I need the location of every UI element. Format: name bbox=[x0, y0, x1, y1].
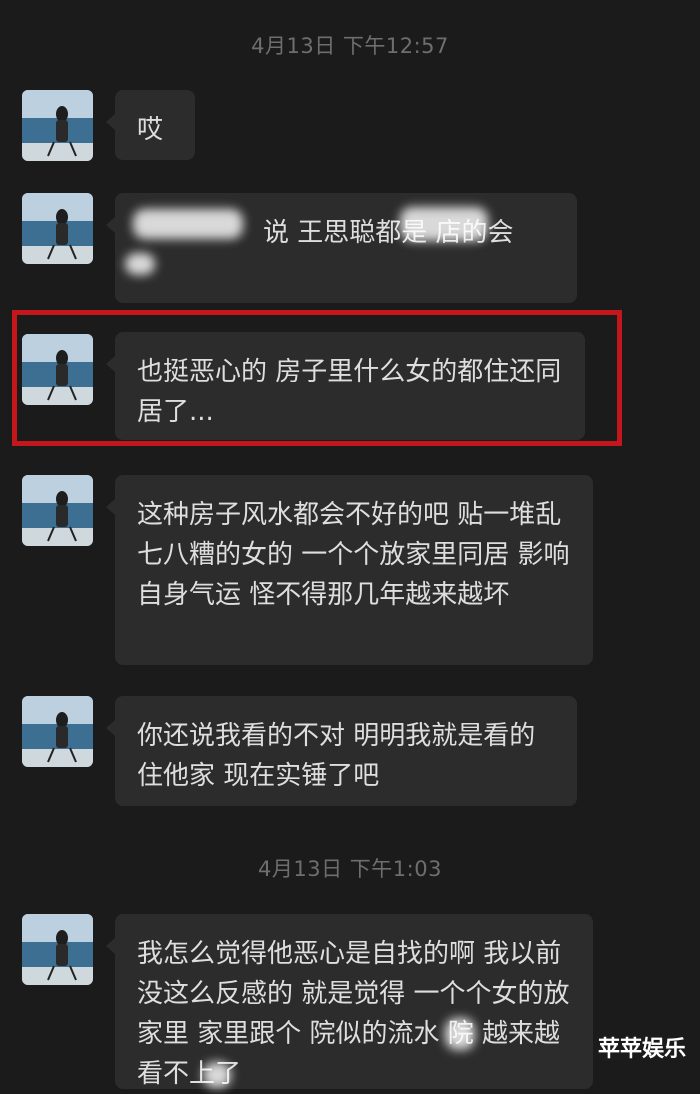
message-text: 这种房子风水都会不好的吧 贴一堆乱七八糟的女的 一个个放家里同居 影响自身气运 … bbox=[137, 500, 570, 610]
redaction-patch bbox=[125, 253, 155, 275]
avatar-seaside-chair-icon bbox=[22, 696, 93, 767]
redaction-patch bbox=[133, 209, 243, 239]
timestamp-2: 4月13日 下午1:03 bbox=[258, 857, 442, 881]
message-bubble[interactable]: 你还说我看的不对 明明我就是看的住他家 现在实锤了吧 bbox=[106, 696, 577, 806]
message-bubble[interactable]: 这种房子风水都会不好的吧 贴一堆乱七八糟的女的 一个个放家里同居 影响自身气运 … bbox=[106, 475, 593, 665]
message-text: 我怎么觉得他恶心是自找的啊 我以前没这么反感的 就是觉得 一个个女的放家里 家里… bbox=[137, 939, 570, 1089]
avatar-seaside-chair-icon bbox=[22, 914, 93, 985]
avatar[interactable] bbox=[22, 475, 93, 546]
message-text: 你还说我看的不对 明明我就是看的住他家 现在实锤了吧 bbox=[137, 721, 536, 791]
avatar[interactable] bbox=[22, 696, 93, 767]
redaction-patch bbox=[203, 1062, 231, 1088]
redaction-patch bbox=[400, 207, 488, 241]
avatar-seaside-chair-icon bbox=[22, 90, 93, 161]
highlight-frame bbox=[12, 310, 622, 446]
avatar-seaside-chair-icon bbox=[22, 193, 93, 264]
message-text: 哎 bbox=[137, 115, 164, 145]
message-bubble[interactable]: 哎 bbox=[106, 90, 195, 160]
timestamp-1: 4月13日 下午12:57 bbox=[251, 34, 449, 58]
watermark: 苹苹娱乐 bbox=[597, 1037, 686, 1062]
redaction-patch bbox=[445, 1018, 475, 1050]
message-bubble[interactable]: 我怎么觉得他恶心是自找的啊 我以前没这么反感的 就是觉得 一个个女的放家里 家里… bbox=[106, 914, 593, 1089]
message-bubble[interactable]: 说 王思聪都是 店的会 bbox=[106, 193, 577, 303]
avatar[interactable] bbox=[22, 193, 93, 264]
avatar-seaside-chair-icon bbox=[22, 475, 93, 546]
avatar[interactable] bbox=[22, 90, 93, 161]
avatar[interactable] bbox=[22, 914, 93, 985]
